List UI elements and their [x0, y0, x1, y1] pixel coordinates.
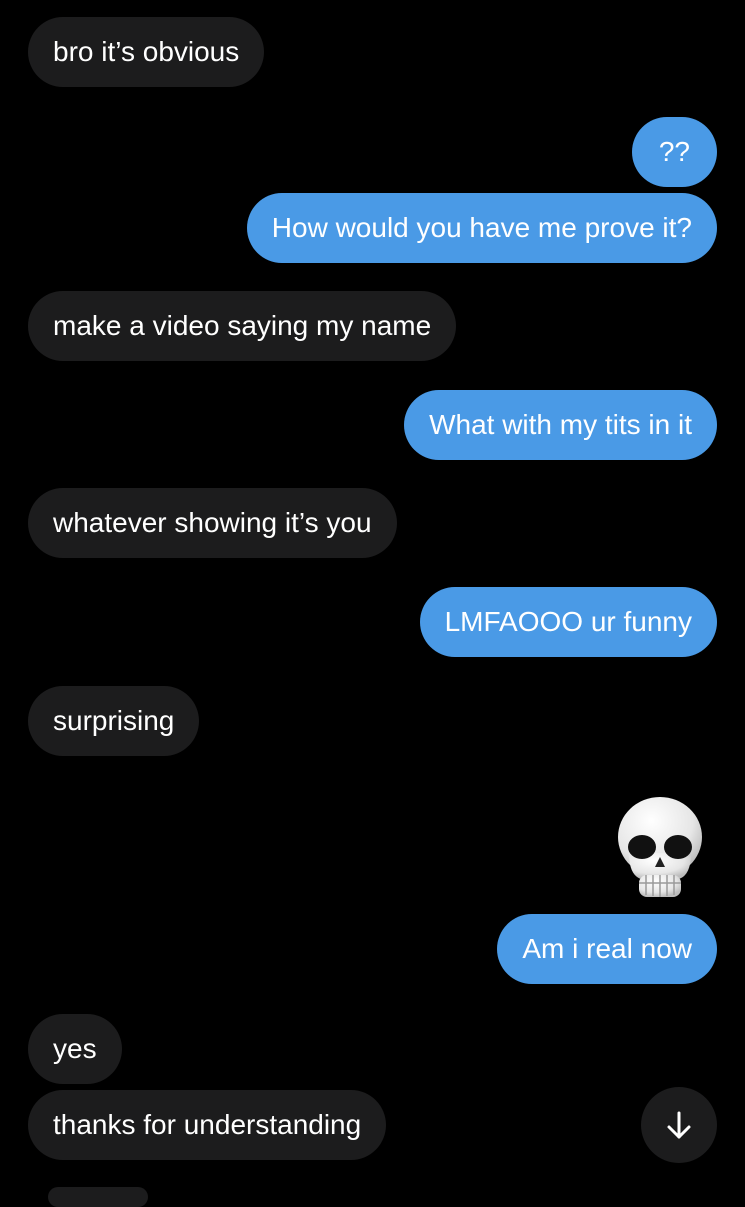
sent-message[interactable]: What with my tits in it	[404, 390, 717, 460]
received-message[interactable]: bro it’s obvious	[28, 17, 265, 87]
skull-emoji[interactable]	[615, 795, 705, 900]
sent-message[interactable]: LMFAOOO ur funny	[419, 587, 717, 657]
sent-message[interactable]: ??	[631, 117, 717, 187]
received-message[interactable]: thanks for understanding	[28, 1090, 387, 1160]
sent-message[interactable]: How would you have me prove it?	[246, 193, 717, 263]
received-message[interactable]: make a video saying my name	[28, 291, 457, 361]
received-message-partial	[48, 1187, 148, 1207]
sent-message[interactable]: Am i real now	[497, 914, 717, 984]
received-message[interactable]: surprising	[28, 686, 200, 756]
scroll-to-bottom-button[interactable]	[641, 1087, 717, 1163]
skull-icon	[618, 797, 702, 897]
received-message[interactable]: whatever showing it’s you	[28, 488, 397, 558]
arrow-down-icon	[667, 1111, 691, 1139]
received-message[interactable]: yes	[28, 1014, 122, 1084]
